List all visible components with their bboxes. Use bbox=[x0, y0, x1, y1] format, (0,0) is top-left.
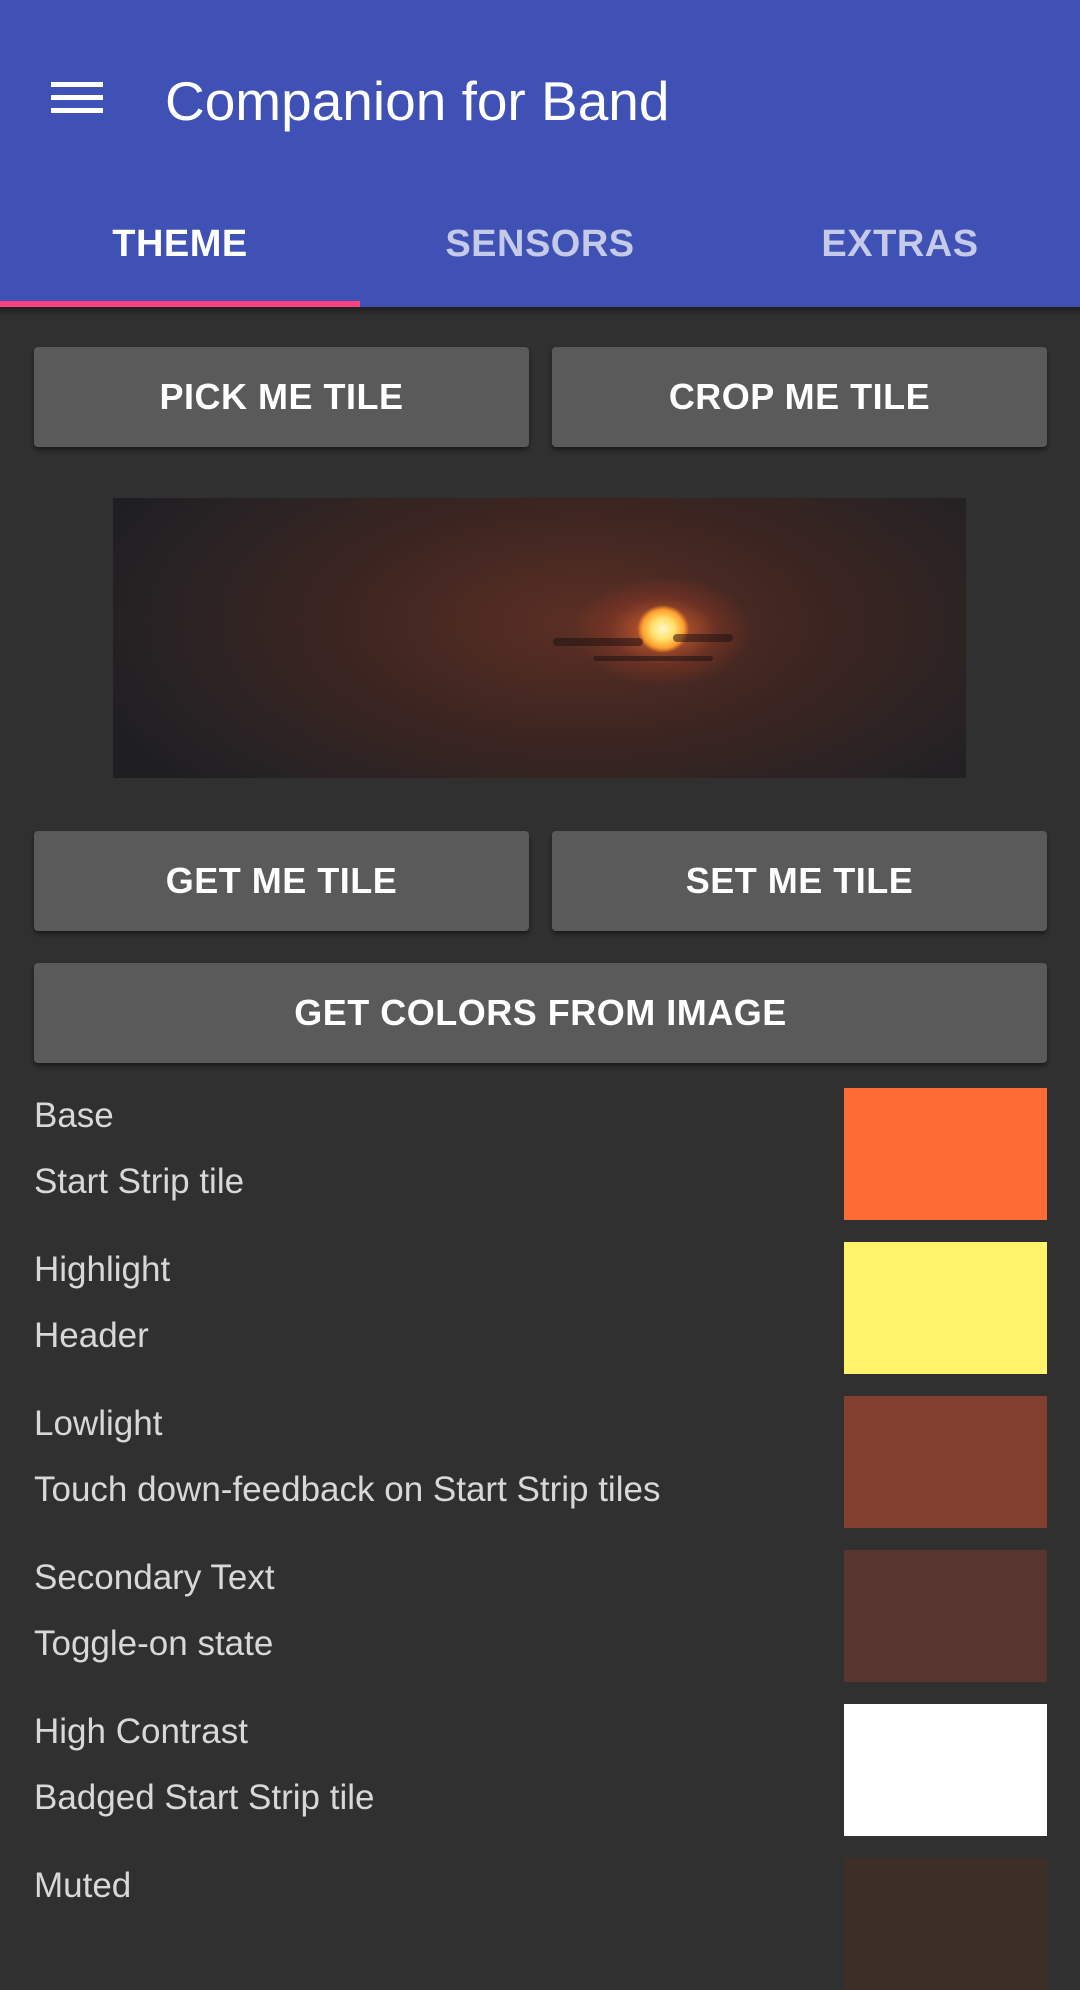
color-title: Secondary Text bbox=[34, 1558, 275, 1597]
color-title: Highlight bbox=[34, 1250, 171, 1289]
color-subtitle: Start Strip tile bbox=[34, 1162, 245, 1201]
tab-bar: THEME SENSORS EXTRAS bbox=[0, 200, 1080, 307]
app-bar: Companion for Band THEME SENSORS EXTRAS bbox=[0, 0, 1080, 307]
color-row-highlight: Highlight Header bbox=[0, 1242, 1080, 1374]
color-swatch-base[interactable] bbox=[844, 1088, 1047, 1220]
tab-sensors[interactable]: SENSORS bbox=[360, 200, 720, 307]
cloud-streak bbox=[593, 656, 713, 661]
color-subtitle: Toggle-on state bbox=[34, 1624, 274, 1663]
color-swatch-muted[interactable] bbox=[844, 1858, 1047, 1990]
get-colors-from-image-button[interactable]: GET COLORS FROM IMAGE bbox=[34, 963, 1047, 1063]
me-tile-preview-image bbox=[113, 498, 966, 778]
color-title: Base bbox=[34, 1096, 114, 1135]
color-row-secondary-text: Secondary Text Toggle-on state bbox=[0, 1550, 1080, 1682]
color-swatch-highlight[interactable] bbox=[844, 1242, 1047, 1374]
color-subtitle: Touch down-feedback on Start Strip tiles bbox=[34, 1470, 661, 1509]
hamburger-menu-icon bbox=[51, 82, 103, 113]
tab-theme-label: THEME bbox=[112, 223, 248, 265]
color-title: Lowlight bbox=[34, 1404, 163, 1443]
app-bar-shadow bbox=[0, 307, 1080, 317]
color-title: Muted bbox=[34, 1866, 132, 1905]
pick-me-tile-button[interactable]: PICK ME TILE bbox=[34, 347, 529, 447]
color-row-muted: Muted bbox=[0, 1858, 1080, 1990]
tab-extras-label: EXTRAS bbox=[821, 223, 979, 265]
cloud-streak bbox=[553, 638, 643, 646]
color-swatch-secondary-text[interactable] bbox=[844, 1550, 1047, 1682]
color-swatch-high-contrast[interactable] bbox=[844, 1704, 1047, 1836]
set-me-tile-button[interactable]: SET ME TILE bbox=[552, 831, 1047, 931]
tab-extras[interactable]: EXTRAS bbox=[720, 200, 1080, 307]
app-title: Companion for Band bbox=[165, 70, 670, 132]
color-subtitle: Badged Start Strip tile bbox=[34, 1778, 375, 1817]
color-row-lowlight: Lowlight Touch down-feedback on Start St… bbox=[0, 1396, 1080, 1528]
color-subtitle: Header bbox=[34, 1316, 149, 1355]
menu-button[interactable] bbox=[38, 64, 116, 130]
crop-me-tile-button[interactable]: CROP ME TILE bbox=[552, 347, 1047, 447]
color-title: High Contrast bbox=[34, 1712, 248, 1751]
tab-sensors-label: SENSORS bbox=[445, 223, 635, 265]
get-me-tile-button[interactable]: GET ME TILE bbox=[34, 831, 529, 931]
color-swatch-lowlight[interactable] bbox=[844, 1396, 1047, 1528]
color-row-base: Base Start Strip tile bbox=[0, 1088, 1080, 1220]
cloud-streak bbox=[673, 634, 733, 642]
color-row-high-contrast: High Contrast Badged Start Strip tile bbox=[0, 1704, 1080, 1836]
tab-theme[interactable]: THEME bbox=[0, 200, 360, 307]
